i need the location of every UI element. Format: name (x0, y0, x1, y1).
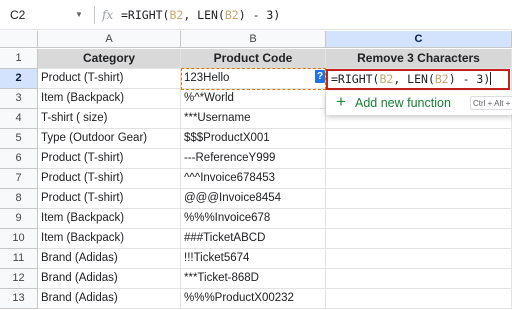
product-code-cell[interactable]: $$$ProductX001 (181, 129, 326, 149)
row-header[interactable]: 3 (0, 89, 38, 109)
header-cell-product-code[interactable]: Product Code (181, 49, 326, 69)
column-header-a[interactable]: A (38, 31, 181, 48)
product-code-cell[interactable]: ###TicketABCD (181, 229, 326, 249)
result-cell[interactable] (326, 269, 512, 289)
product-code-cell[interactable]: 123Hello (181, 69, 326, 89)
row-header[interactable]: 11 (0, 249, 38, 269)
add-icon: + (336, 92, 346, 111)
row-header[interactable]: 9 (0, 209, 38, 229)
product-code-cell[interactable]: ***Ticket-868D (181, 269, 326, 289)
editor-cell-reference: B2 (379, 72, 394, 86)
row-header[interactable]: 13 (0, 289, 38, 309)
result-cell[interactable] (326, 169, 512, 189)
row-header[interactable]: 1 (0, 49, 38, 69)
formula-text-part: , LEN( (183, 8, 225, 22)
select-all-corner[interactable] (0, 31, 38, 48)
cell-editor-c2[interactable]: =RIGHT(B2, LEN(B2) - 3) (326, 69, 510, 90)
category-cell[interactable]: Brand (Adidas) (38, 269, 181, 289)
category-cell[interactable]: Brand (Adidas) (38, 249, 181, 269)
result-cell[interactable] (326, 189, 512, 209)
formula-input[interactable]: =RIGHT(B2, LEN(B2) - 3) (121, 5, 280, 25)
formula-cell-reference: B2 (169, 8, 184, 22)
category-cell[interactable]: Item (Backpack) (38, 229, 181, 249)
product-code-cell[interactable]: %^*World (181, 89, 326, 109)
keyboard-shortcut-hint: Ctrl + Alt + = (470, 96, 512, 110)
row-header[interactable]: 6 (0, 149, 38, 169)
header-cell-remove-3-characters[interactable]: Remove 3 Characters (326, 49, 512, 69)
result-cell[interactable] (326, 149, 512, 169)
product-code-cell[interactable]: %%%ProductX00232 (181, 289, 326, 309)
product-code-cell[interactable]: ^^^Invoice678453 (181, 169, 326, 189)
category-cell[interactable]: Product (T-shirt) (38, 69, 181, 89)
result-cell[interactable] (326, 209, 512, 229)
category-cell[interactable]: Product (T-shirt) (38, 149, 181, 169)
row-header[interactable]: 2 (0, 69, 38, 89)
autocomplete-popup[interactable]: + Add new function Ctrl + Alt + = (326, 91, 512, 115)
editor-text-part: ) - 3) (448, 72, 491, 86)
result-cell[interactable] (326, 129, 512, 149)
category-cell[interactable]: Brand (Adidas) (38, 289, 181, 309)
fx-icon: fx (102, 8, 114, 22)
formula-text-part: =RIGHT( (121, 8, 170, 22)
category-cell[interactable]: Product (T-shirt) (38, 169, 181, 189)
row-header[interactable]: 10 (0, 229, 38, 249)
product-code-cell[interactable]: ---ReferenceY999 (181, 149, 326, 169)
row-header[interactable]: 8 (0, 189, 38, 209)
row-header[interactable]: 12 (0, 269, 38, 289)
editor-text-part: =RIGHT( (331, 72, 380, 86)
category-cell[interactable]: Product (T-shirt) (38, 189, 181, 209)
row-header[interactable]: 7 (0, 169, 38, 189)
row-header[interactable]: 4 (0, 109, 38, 129)
add-new-function-option[interactable]: Add new function (355, 94, 451, 112)
category-cell[interactable]: Item (Backpack) (38, 209, 181, 229)
row-header[interactable]: 5 (0, 129, 38, 149)
name-box-dropdown-icon[interactable]: ▼ (72, 5, 86, 25)
category-cell[interactable]: Item (Backpack) (38, 89, 181, 109)
header-cell-category[interactable]: Category (38, 49, 181, 69)
editor-text-part: , LEN( (393, 72, 435, 86)
formula-bar-divider (94, 6, 95, 24)
formula-bar: C2 ▼ fx =RIGHT(B2, LEN(B2) - 3) (0, 0, 512, 30)
category-cell[interactable]: T-shirt ( size) (38, 109, 181, 129)
formula-text-part: ) - 3) (238, 8, 281, 22)
product-code-cell[interactable]: %%%Invoice678 (181, 209, 326, 229)
formula-cell-reference: B2 (224, 8, 239, 22)
product-code-cell[interactable]: ***Username (181, 109, 326, 129)
product-code-cell[interactable]: @@@Invoice8454 (181, 189, 326, 209)
result-cell[interactable] (326, 229, 512, 249)
category-cell[interactable]: Type (Outdoor Gear) (38, 129, 181, 149)
editor-cell-reference: B2 (434, 72, 449, 86)
formula-help-icon[interactable]: ? (315, 70, 325, 83)
column-header-b[interactable]: B (181, 31, 326, 48)
result-cell[interactable] (326, 249, 512, 269)
result-cell[interactable] (326, 289, 512, 309)
product-code-cell[interactable]: !!!Ticket5674 (181, 249, 326, 269)
column-header-c[interactable]: C (326, 31, 512, 48)
text-caret (490, 72, 492, 85)
